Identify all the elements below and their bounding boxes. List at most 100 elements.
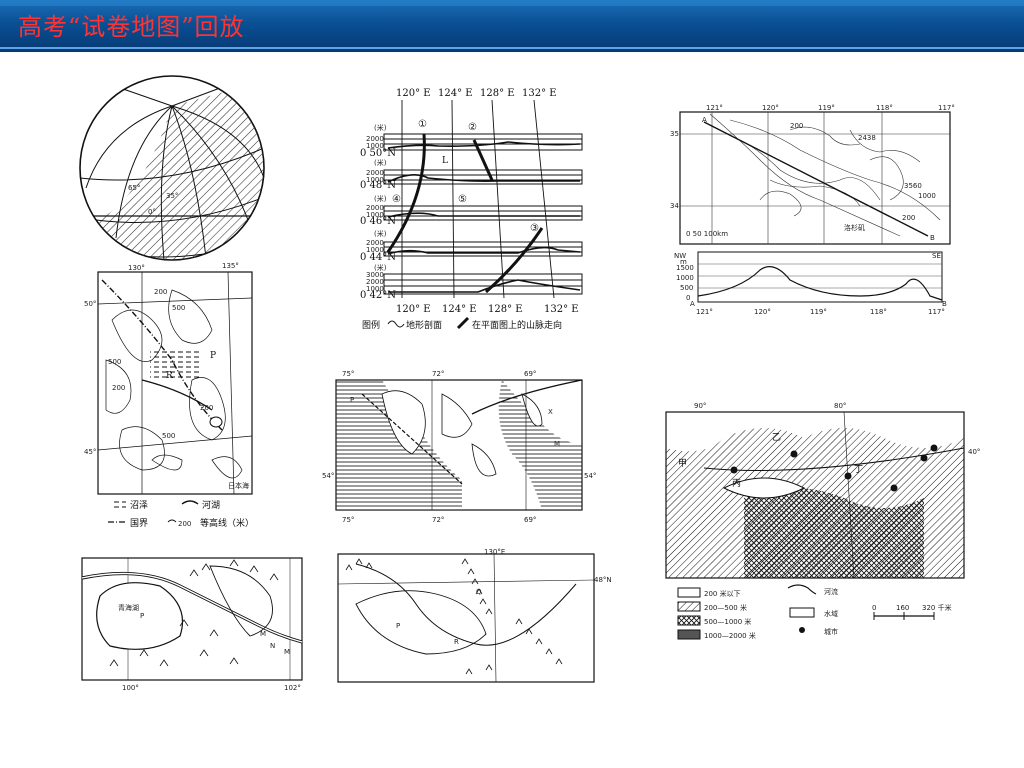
us-prof-lon-117: 117° [928,308,945,316]
us-label-1000: 1000 [918,192,936,200]
us-map-svg: 121° 120° 119° 118° 117° 35° 34° A B 200… [670,104,955,316]
us-label-200b: 200 [902,214,915,222]
ne-legend-marsh: 沼泽 [130,500,148,511]
qh-lon-100: 100° [122,684,139,692]
ne-sea-label: 日本海 [228,481,249,490]
qinghai-map-figure: 青海湖 P M N M 100° 102° [80,556,306,694]
profile-legend-wave [387,320,405,328]
us-prof-lon-121: 121° [696,308,713,316]
ridge-2 [472,139,494,181]
us-lon-117: 117° [938,104,955,112]
ne-lat-50: 50° [84,300,96,308]
ne2-letter-r: R [454,638,459,646]
sea-top-lon-72: 72° [432,370,444,378]
cn-legend: 200 米以下 200—500 米 500—1000 米 1000—2000 米… [677,584,952,640]
profile-top-lon-128: 128° E [480,88,515,99]
us-map-figure: 121° 120° 119° 118° 117° 35° 34° A B 200… [670,100,962,322]
us-prof-1500: 1500 [676,264,694,272]
cn-lat-40: 40° [968,448,980,456]
sea-top-lon-69: 69° [524,370,536,378]
profile-bottom-lon-132: 132° E [544,304,579,315]
profile-row-5: (米) 3000 2000 1000 0 42°N [360,263,583,301]
globe-figure: 65° 35° 0° [76,68,274,268]
us-prof-lon-120: 120° [754,308,771,316]
header-highlight [0,0,1024,6]
ne-contour-500b: 500 [108,358,121,366]
profile-letter-l: L [442,156,448,166]
ne2-letter-p: P [396,622,400,630]
cn-lon-80: 80° [834,402,846,410]
sea-letter-x: X [548,408,553,416]
profile-figure: 120° E 124° E 128° E 132° E (米) 2000 100… [358,84,590,336]
ne2-map-svg: 130°E 48°N P R Q [337,548,612,683]
sea-map-svg: 75° 72° 69° P X M 54° 54° 75° 72° 69° [322,370,596,524]
us-lon-119: 119° [818,104,835,112]
us-prof-lon-119: 119° [810,308,827,316]
profile-legend-ridge [456,316,470,330]
sea-top-lon-75: 75° [342,370,354,378]
ne-map-svg: 130° 135° 50° 45° 200 500 500 200 200 50… [84,262,254,529]
svg-text:(米): (米) [374,229,387,238]
us-lon-118: 118° [876,104,893,112]
cn-scale-320: 320 千米 [922,603,952,612]
header-rule [0,47,1024,49]
ne-legend-lake-swatch [181,500,199,505]
us-lon-120: 120° [762,104,779,112]
profile-bottom-lon-120: 120° E [396,304,431,315]
cn-legend-1: 200 米以下 [704,589,741,598]
slide-title: 高考“试卷地图”回放 [18,13,245,41]
cn-map-figure: 90° 80° 40° 乙 甲 丙 丁 200 米以下 200—500 米 50… [664,398,994,648]
ne-letter-p: P [210,351,216,361]
profile-top-lon-124: 124° E [438,88,473,99]
marker-2: ② [468,122,477,133]
profile-legend-item2: 在平面图上的山脉走向 [472,319,562,331]
cn-legend-river: 河流 [824,587,838,596]
cn-scale-160: 160 [896,604,909,612]
ne-lake [209,416,223,428]
cn-lon-90: 90° [694,402,706,410]
us-profile-frame [697,251,943,303]
qh-letter-p: P [140,612,144,620]
cn-legend-3: 500—1000 米 [704,617,751,626]
ne2-lat-48n: 48°N [594,576,612,584]
profile-bottom-lon-124: 124° E [442,304,477,315]
ne-map-figure: 130° 135° 50° 45° 200 500 500 200 200 50… [82,260,262,530]
profile-svg: 120° E 124° E 128° E 132° E (米) 2000 100… [360,88,583,331]
sea-map-figure: 75° 72° 69° P X M 54° 54° 75° 72° 69° [322,364,598,528]
us-point-b: B [930,234,935,242]
ne-legend-contour-swatch [167,519,177,523]
svg-text:0 48°N: 0 48°N [360,180,396,191]
cn-legend-2: 200—500 米 [704,603,747,612]
ne-lon-135: 135° [222,262,239,270]
ne-lon-130: 130° [128,264,145,272]
qh-lon-102: 102° [284,684,301,692]
us-point-a: A [702,116,707,124]
us-label-3560: 3560 [904,182,922,190]
ne-legend-contour: 等高线（米） [200,517,254,529]
us-label-2438: 2438 [858,134,876,142]
globe-label-35: 35° [166,192,178,200]
profile-top-lon-132: 132° E [522,88,557,99]
us-lon-121: 121° [706,104,723,112]
cn-map-svg: 90° 80° 40° 乙 甲 丙 丁 200 米以下 200—500 米 50… [665,402,980,640]
ne-legend-marsh-swatch [112,500,126,508]
sea-bottom-lon-69: 69° [524,516,536,524]
profile-legend-prefix: 图例 [362,319,380,331]
ne-contour-200a: 200 [154,288,167,296]
marker-4: ④ [392,194,401,205]
ne-legend-contour-num: 200 [178,520,191,528]
ne-contour-500a: 500 [172,304,185,312]
globe-label-0: 0° [148,208,156,216]
cn-legend-city: 城市 [824,627,838,636]
globe-label-65: 65° [128,184,140,192]
ne2-map-frame [337,553,595,683]
qinghai-map-svg: 青海湖 P M N M 100° 102° [81,557,303,692]
us-prof-b: B [942,300,947,308]
ne-legend-border: 国界 [130,518,148,529]
us-prof-1000: 1000 [676,274,694,282]
ne-lat-45: 45° [84,448,96,456]
sea-lat-left: 54° [322,472,334,480]
ne-contour-500c: 500 [162,432,175,440]
cn-legend-water: 水域 [824,609,838,618]
ne-contour-200c: 200 [200,404,213,412]
